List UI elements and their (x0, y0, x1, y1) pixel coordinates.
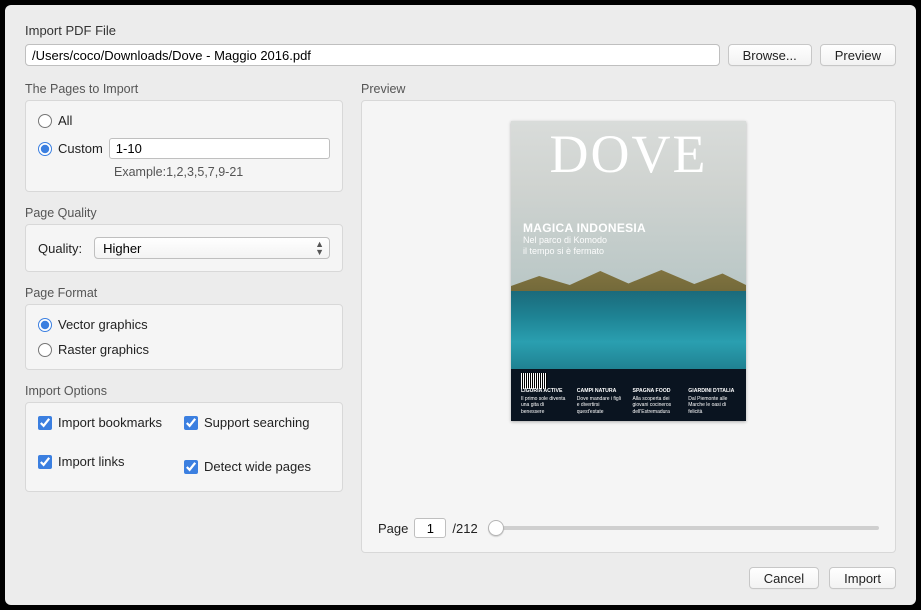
quality-panel: Quality: Higher ▲▼ (25, 224, 343, 272)
cancel-button[interactable]: Cancel (749, 567, 819, 589)
page-number-input[interactable] (414, 518, 446, 538)
page-nav: Page /212 (372, 508, 885, 542)
import-links-label: Import links (58, 454, 124, 469)
import-button[interactable]: Import (829, 567, 896, 589)
support-searching-input[interactable] (184, 416, 198, 430)
pages-custom-radio-input[interactable] (38, 142, 52, 156)
cover-headline-sub1: Nel parco di Komodo (523, 235, 646, 246)
import-bookmarks-label: Import bookmarks (58, 415, 162, 430)
browse-button[interactable]: Browse... (728, 44, 812, 66)
cover-headline-sub2: il tempo si è fermato (523, 246, 646, 257)
quality-select[interactable]: Higher (94, 237, 330, 259)
pages-all-label: All (58, 113, 72, 128)
format-group-label: Page Format (25, 286, 343, 300)
options-group-label: Import Options (25, 384, 343, 398)
barcode-icon (521, 373, 547, 389)
format-raster-radio-input[interactable] (38, 343, 52, 357)
pages-custom-radio[interactable]: Custom (38, 138, 330, 159)
format-vector-label: Vector graphics (58, 317, 148, 332)
dialog-footer: Cancel Import (25, 567, 896, 589)
pages-all-radio-input[interactable] (38, 114, 52, 128)
detect-wide-check[interactable]: Detect wide pages (184, 454, 330, 479)
quality-label: Quality: (38, 241, 82, 256)
cover-headline-main: MAGICA INDONESIA (523, 221, 646, 235)
pages-group-label: The Pages to Import (25, 82, 343, 96)
pages-custom-input[interactable] (109, 138, 330, 159)
format-panel: Vector graphics Raster graphics (25, 304, 343, 370)
detect-wide-label: Detect wide pages (204, 459, 311, 474)
format-vector-radio-input[interactable] (38, 318, 52, 332)
preview-button[interactable]: Preview (820, 44, 896, 66)
cover-footer: LIGURIA ACTIVEIl primo sole diventa una … (511, 388, 746, 415)
preview-panel: DOVE MAGICA INDONESIA Nel parco di Komod… (361, 100, 896, 553)
support-searching-check[interactable]: Support searching (184, 415, 330, 430)
format-raster-radio[interactable]: Raster graphics (38, 342, 330, 357)
pages-all-radio[interactable]: All (38, 113, 330, 128)
preview-group-label: Preview (361, 82, 896, 96)
import-bookmarks-check[interactable]: Import bookmarks (38, 415, 184, 430)
filepath-input[interactable] (25, 44, 720, 66)
dialog-title: Import PDF File (25, 23, 896, 38)
format-vector-radio[interactable]: Vector graphics (38, 317, 330, 332)
format-raster-label: Raster graphics (58, 342, 149, 357)
import-bookmarks-input[interactable] (38, 416, 52, 430)
cover-title: DOVE (511, 127, 746, 181)
import-pdf-dialog: Import PDF File Browse... Preview The Pa… (5, 5, 916, 605)
magazine-cover: DOVE MAGICA INDONESIA Nel parco di Komod… (511, 121, 746, 421)
page-label: Page (378, 521, 408, 536)
cover-col-2: SPAGNA FOODAlla scoperta dei giovani coc… (633, 388, 681, 415)
pages-example: Example:1,2,3,5,7,9-21 (114, 165, 330, 179)
page-slider[interactable] (488, 526, 879, 530)
preview-area: DOVE MAGICA INDONESIA Nel parco di Komod… (372, 111, 885, 508)
filepath-row: Browse... Preview (25, 44, 896, 66)
import-links-check[interactable]: Import links (38, 454, 184, 469)
page-total: /212 (452, 521, 477, 536)
support-searching-label: Support searching (204, 415, 310, 430)
pages-panel: All Custom Example:1,2,3,5,7,9-21 (25, 100, 343, 192)
cover-col-0: LIGURIA ACTIVEIl primo sole diventa una … (521, 388, 569, 415)
cover-col-3: GIARDINI D'ITALIADal Piemonte alle March… (688, 388, 736, 415)
quality-group-label: Page Quality (25, 206, 343, 220)
cover-sea (511, 291, 746, 376)
cover-headline: MAGICA INDONESIA Nel parco di Komodo il … (523, 221, 646, 257)
pages-custom-label: Custom (58, 141, 103, 156)
detect-wide-input[interactable] (184, 460, 198, 474)
options-panel: Import bookmarks Support searching Impor… (25, 402, 343, 492)
import-links-input[interactable] (38, 455, 52, 469)
cover-col-1: CAMPI NATURADove mandare i figli e diver… (577, 388, 625, 415)
